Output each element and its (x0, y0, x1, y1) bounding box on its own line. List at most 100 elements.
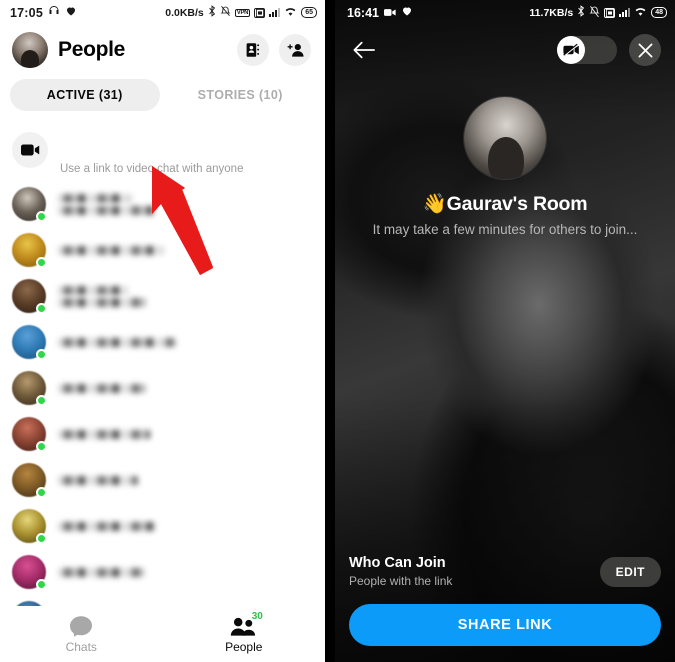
contacts-book-icon (246, 43, 260, 57)
heart-icon (65, 4, 77, 22)
list-item[interactable] (0, 503, 325, 549)
signal-icon (619, 8, 631, 17)
room-bottom-panel: Who Can Join People with the link EDIT S… (335, 555, 675, 662)
avatar[interactable] (12, 279, 47, 314)
share-link-button[interactable]: SHARE LINK (349, 604, 661, 646)
tab-active[interactable]: ACTIVE (31) (10, 79, 160, 111)
redacted-text-block (58, 383, 146, 393)
bluetooth-icon (577, 4, 585, 22)
create-room-title: Create a Room (60, 138, 196, 160)
network-speed: 0.0KB/s (165, 6, 204, 19)
video-off-icon (562, 43, 579, 57)
status-clock: 17:05 (10, 5, 43, 20)
silent-mode-icon (220, 4, 231, 22)
room-info: 👋Gaurav's Room It may take a few minutes… (335, 97, 675, 237)
add-person-icon (287, 43, 304, 57)
online-status-dot (36, 533, 47, 544)
close-button[interactable] (629, 34, 661, 66)
online-status-dot (36, 441, 47, 452)
avatar[interactable] (12, 187, 47, 222)
wifi-icon (634, 4, 647, 22)
online-status-dot (36, 211, 47, 222)
left-phone-screen: 17:05 0.0KB/s VPN 65 People ACTIVE (31) … (0, 0, 325, 662)
back-arrow-icon[interactable] (349, 35, 379, 65)
right-phone-screen: 16:41 11.7KB/s 48 👋Gaurav's Room It may … (335, 0, 675, 662)
nav-label-chats: Chats (65, 640, 97, 654)
people-list: Create a Room Use a link to video chat w… (0, 119, 325, 645)
sim-icon (604, 7, 616, 18)
avatar[interactable] (12, 32, 48, 68)
wifi-icon (284, 4, 297, 22)
bottom-nav: Chats 30 People (0, 606, 325, 662)
avatar[interactable] (12, 463, 47, 498)
nav-item-chats[interactable]: Chats (0, 615, 163, 654)
list-item[interactable] (0, 227, 325, 273)
left-header: People (0, 25, 325, 75)
redacted-text-block (58, 429, 150, 439)
network-speed: 11.7KB/s (529, 6, 574, 19)
signal-icon (269, 8, 281, 17)
contact-name-redacted (58, 475, 138, 485)
silent-mode-icon (589, 4, 600, 22)
heart-icon (401, 4, 413, 22)
headphone-icon (48, 4, 60, 22)
list-item[interactable] (0, 457, 325, 503)
list-item[interactable] (0, 273, 325, 319)
room-host-avatar (464, 97, 546, 179)
list-item[interactable] (0, 549, 325, 595)
list-item[interactable] (0, 411, 325, 457)
edit-button[interactable]: EDIT (599, 556, 661, 587)
avatar[interactable] (12, 233, 47, 268)
room-subtitle: It may take a few minutes for others to … (372, 222, 638, 237)
online-status-dot (36, 487, 47, 498)
create-room-subtitle: Use a link to video chat with anyone (60, 163, 244, 175)
bluetooth-icon (208, 4, 216, 22)
vpn-icon: VPN (234, 8, 251, 17)
tab-bar: ACTIVE (31) STORIES (10) (0, 75, 325, 119)
screen-divider (325, 0, 335, 662)
online-status-dot (36, 395, 47, 406)
nav-label-people: People (225, 640, 263, 654)
contact-name-redacted (58, 383, 146, 393)
video-camera-icon (12, 132, 48, 168)
contact-name-redacted (58, 245, 164, 255)
battery-indicator: 48 (651, 7, 667, 18)
chat-bubble-icon (70, 616, 93, 637)
create-room-row[interactable]: Create a Room Use a link to video chat w… (0, 119, 325, 181)
avatar[interactable] (12, 509, 47, 544)
close-icon (638, 43, 652, 57)
list-item[interactable] (0, 319, 325, 365)
left-status-bar: 17:05 0.0KB/s VPN 65 (0, 0, 325, 25)
contacts-book-button[interactable] (237, 34, 269, 66)
redacted-text-block (58, 285, 128, 295)
right-status-bar: 16:41 11.7KB/s 48 (335, 0, 675, 25)
avatar[interactable] (12, 325, 47, 360)
room-title: 👋Gaurav's Room (422, 193, 588, 215)
nav-item-people[interactable]: 30 People (163, 611, 326, 654)
contact-name-redacted (58, 429, 150, 439)
redacted-text-block (58, 475, 138, 485)
tab-stories[interactable]: STORIES (10) (166, 79, 316, 111)
online-status-dot (36, 349, 47, 360)
redacted-text-block (58, 567, 144, 577)
list-item[interactable] (0, 365, 325, 411)
contact-name-redacted (58, 337, 176, 347)
add-person-button[interactable] (279, 34, 311, 66)
dual-screenshot: 17:05 0.0KB/s VPN 65 People ACTIVE (31) … (0, 0, 675, 662)
list-item[interactable] (0, 181, 325, 227)
page-title: People (58, 38, 126, 61)
redacted-text-block (58, 297, 146, 307)
contact-name-redacted (58, 521, 156, 531)
online-status-dot (36, 303, 47, 314)
toggle-knob (557, 36, 585, 64)
avatar[interactable] (12, 417, 47, 452)
online-status-dot (36, 579, 47, 590)
avatar[interactable] (12, 371, 47, 406)
video-off-toggle[interactable] (557, 36, 617, 64)
battery-indicator: 65 (301, 7, 317, 18)
contact-name-redacted (58, 567, 144, 577)
video-icon (383, 4, 396, 22)
avatar[interactable] (12, 555, 47, 590)
redacted-text-block (58, 245, 164, 255)
redacted-text-block (58, 337, 176, 347)
